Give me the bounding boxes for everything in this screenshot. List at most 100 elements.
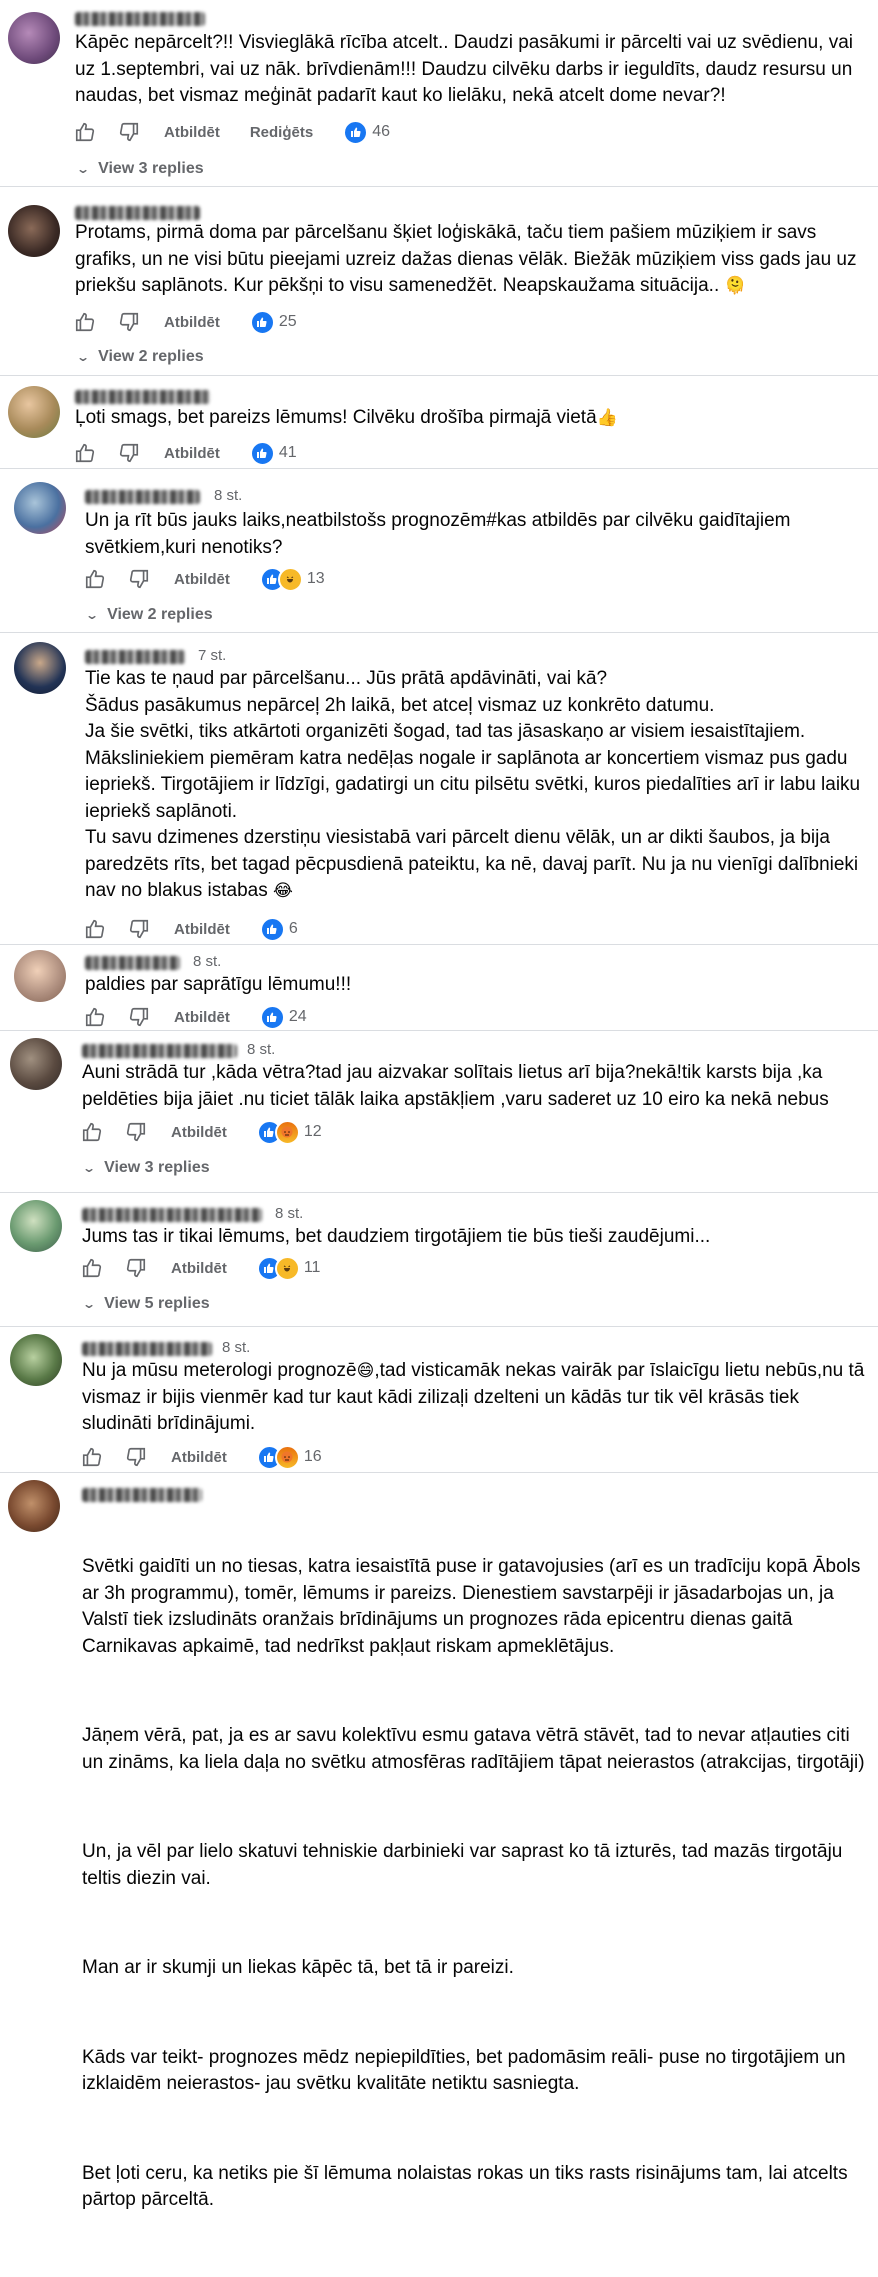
- reply-button[interactable]: Atbildēt: [174, 571, 230, 588]
- timestamp[interactable]: 8 st.: [193, 953, 221, 970]
- divider: [0, 1030, 878, 1031]
- reply-button[interactable]: Atbildēt: [164, 445, 220, 462]
- comment-text-part: Nu ja mūsu meterologi prognozē: [82, 1360, 357, 1381]
- reactions[interactable]: 6: [259, 916, 298, 942]
- divider: [0, 1326, 878, 1327]
- comment-actions: Atbildēt 6: [84, 916, 298, 942]
- dislike-icon[interactable]: [125, 1121, 147, 1143]
- comment-actions: Atbildēt 13: [84, 566, 325, 592]
- reaction-count: 13: [306, 570, 325, 587]
- reactions[interactable]: 11: [256, 1255, 321, 1281]
- like-icon[interactable]: [74, 311, 96, 333]
- avatar[interactable]: [14, 482, 66, 534]
- divider: [0, 468, 878, 469]
- author-name[interactable]: [82, 1342, 212, 1356]
- angry-reaction-icon: [274, 1119, 300, 1145]
- avatar[interactable]: [8, 1480, 60, 1532]
- author-name[interactable]: [85, 490, 200, 504]
- like-icon[interactable]: [74, 121, 96, 143]
- avatar[interactable]: [8, 205, 60, 257]
- avatar[interactable]: [10, 1334, 62, 1386]
- comment-text: Kāpēc nepārcelt?!! Visvieglākā rīcība at…: [75, 32, 859, 106]
- author-name[interactable]: [75, 390, 210, 404]
- dislike-icon[interactable]: [125, 1257, 147, 1279]
- timestamp[interactable]: 8 st.: [275, 1205, 303, 1222]
- comment-text: Ļoti smags, bet pareizs lēmums! Cilvēku …: [75, 405, 865, 432]
- timestamp[interactable]: 8 st.: [222, 1339, 250, 1356]
- reactions[interactable]: 12: [256, 1119, 322, 1145]
- avatar[interactable]: [14, 642, 66, 694]
- author-name[interactable]: [75, 12, 205, 26]
- dislike-icon[interactable]: [125, 1446, 147, 1468]
- author-name[interactable]: [75, 206, 200, 220]
- chevron-down-icon: ⌄: [81, 1161, 97, 1175]
- like-icon[interactable]: [74, 442, 96, 464]
- like-icon[interactable]: [81, 1446, 103, 1468]
- dislike-icon[interactable]: [118, 442, 140, 464]
- view-replies-label: View 5 replies: [104, 1295, 210, 1312]
- view-replies-button[interactable]: ⌄ View 3 replies: [75, 160, 204, 178]
- chevron-down-icon: ⌄: [75, 162, 91, 176]
- view-replies-label: View 3 replies: [98, 160, 204, 177]
- reply-button[interactable]: Atbildēt: [171, 1260, 227, 1277]
- avatar[interactable]: [8, 386, 60, 438]
- haha-reaction-icon: [274, 1255, 300, 1281]
- like-icon[interactable]: [84, 568, 106, 590]
- dislike-icon[interactable]: [128, 568, 150, 590]
- comments-feed: Kāpēc nepārcelt?!! Visvieglākā rīcība at…: [0, 0, 878, 2210]
- comment-paragraph: Un, ja vēl par lielo skatuvi tehniskie d…: [82, 1841, 848, 1889]
- divider: [0, 186, 878, 187]
- avatar[interactable]: [10, 1200, 62, 1252]
- view-replies-button[interactable]: ⌄ View 3 replies: [81, 1159, 210, 1177]
- reactions[interactable]: 41: [249, 440, 297, 466]
- comment-paragraph: Kāds var teikt- prognozes mēdz nepiepild…: [82, 2046, 851, 2095]
- haha-reaction-icon: [277, 566, 303, 592]
- reply-button[interactable]: Atbildēt: [171, 1124, 227, 1141]
- reaction-count: 24: [288, 1008, 307, 1025]
- like-icon[interactable]: [84, 918, 106, 940]
- author-name[interactable]: [82, 1208, 262, 1222]
- reply-button[interactable]: Atbildēt: [174, 921, 230, 938]
- reply-button[interactable]: Atbildēt: [174, 1009, 230, 1026]
- timestamp[interactable]: 7 st.: [198, 647, 226, 664]
- like-icon[interactable]: [81, 1121, 103, 1143]
- author-name[interactable]: [85, 956, 180, 970]
- avatar[interactable]: [10, 1038, 62, 1090]
- like-icon[interactable]: [81, 1257, 103, 1279]
- dislike-icon[interactable]: [128, 918, 150, 940]
- timestamp[interactable]: 8 st.: [214, 487, 242, 504]
- comment-text-body: Ļoti smags, bet pareizs lēmums! Cilvēku …: [75, 407, 597, 428]
- like-icon[interactable]: [84, 1006, 106, 1028]
- reply-button[interactable]: Atbildēt: [164, 124, 220, 141]
- reactions[interactable]: 46: [343, 119, 390, 145]
- comment-text: Un ja rīt būs jauks laiks,neatbilstošs p…: [85, 510, 796, 558]
- reply-button[interactable]: Atbildēt: [164, 314, 220, 331]
- comment-text: Svētki gaidīti un no tiesas, katra iesai…: [82, 1501, 867, 2277]
- like-reaction-icon: [249, 440, 275, 466]
- view-replies-button[interactable]: ⌄ View 5 replies: [82, 1295, 210, 1313]
- avatar[interactable]: [8, 12, 60, 64]
- dislike-icon[interactable]: [128, 1006, 150, 1028]
- dislike-icon[interactable]: [118, 121, 140, 143]
- reply-button[interactable]: Atbildēt: [171, 1449, 227, 1466]
- laughing-emoji-icon: 😂: [273, 881, 293, 900]
- reactions[interactable]: 25: [249, 309, 297, 335]
- author-name[interactable]: [82, 1488, 202, 1502]
- dislike-icon[interactable]: [118, 311, 140, 333]
- reaction-count: 11: [303, 1259, 321, 1276]
- view-replies-label: View 2 replies: [98, 348, 204, 365]
- author-name[interactable]: [85, 650, 185, 664]
- reactions[interactable]: 16: [256, 1444, 322, 1470]
- comment-actions: Atbildēt 12: [81, 1119, 322, 1145]
- view-replies-button[interactable]: ⌄ View 2 replies: [76, 348, 204, 366]
- reactions[interactable]: 24: [259, 1004, 307, 1030]
- view-replies-button[interactable]: ⌄ View 2 replies: [85, 606, 213, 624]
- like-reaction-icon: [249, 309, 275, 335]
- author-name[interactable]: [82, 1044, 237, 1058]
- timestamp[interactable]: 8 st.: [247, 1041, 275, 1058]
- reactions[interactable]: 13: [259, 566, 325, 592]
- comment-text: Tie kas te ņaud par pārcelšanu... Jūs pr…: [85, 666, 870, 905]
- avatar[interactable]: [14, 950, 66, 1002]
- divider: [0, 944, 878, 945]
- reaction-count: 46: [372, 123, 390, 140]
